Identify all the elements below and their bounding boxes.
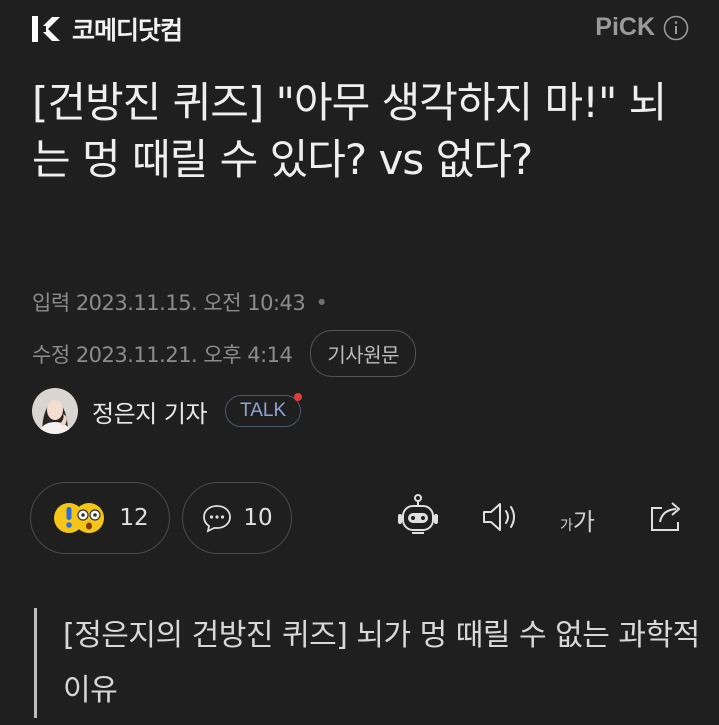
share-icon[interactable]	[646, 496, 686, 536]
meta-separator: •	[315, 291, 328, 315]
original-article-button[interactable]: 기사원문	[310, 330, 416, 377]
robot-summary-icon[interactable]	[394, 492, 442, 540]
info-icon[interactable]	[663, 15, 689, 41]
font-size-small-label: 가	[560, 518, 573, 534]
font-size-large-label: 가	[572, 508, 595, 536]
notification-dot	[294, 393, 303, 401]
modified-date-row: 수정 2023.11.21. 오후 4:14 기사원문	[32, 330, 416, 377]
brand-name: 코메디닷컴	[72, 16, 183, 45]
talk-label: TALK	[240, 400, 287, 421]
avatar-image	[32, 388, 78, 434]
comment-button[interactable]: 10	[182, 482, 292, 554]
published-date: 입력 2023.11.15. 오전 10:43 •	[32, 287, 328, 317]
reaction-button[interactable]: 12	[30, 482, 170, 554]
article-title: [건방진 퀴즈] "아무 생각하지 마!" 뇌는 멍 때릴 수 있다? vs 없…	[32, 78, 667, 184]
talk-button[interactable]: TALK	[225, 393, 303, 427]
article-subtitle-quote: [정은지의 건방진 퀴즈] 뇌가 멍 때릴 수 없는 과학적 이유	[34, 608, 703, 718]
speaker-icon[interactable]	[480, 500, 520, 534]
modified-text: 수정 2023.11.21. 오후 4:14	[32, 342, 293, 367]
article-actions: 12 10 가가	[30, 482, 690, 554]
kormedi-logo-icon	[32, 16, 60, 42]
comment-count: 10	[243, 505, 273, 531]
pick-badge[interactable]: PiCK	[595, 13, 689, 42]
font-size-button[interactable]: 가가	[560, 502, 595, 537]
avatar[interactable]	[32, 388, 78, 434]
author-row: 정은지 기자 TALK	[32, 388, 303, 434]
pick-label: PiCK	[595, 13, 655, 41]
published-text: 입력 2023.11.15. 오전 10:43	[32, 291, 306, 315]
comment-icon	[203, 505, 232, 533]
reaction-emoji-icon	[54, 503, 105, 533]
reaction-count: 12	[119, 505, 149, 531]
top-bar: 코메디닷컴 PiCK	[0, 0, 719, 60]
brand-logo-link[interactable]: 코메디닷컴	[30, 11, 183, 47]
author-name[interactable]: 정은지 기자	[92, 394, 208, 429]
